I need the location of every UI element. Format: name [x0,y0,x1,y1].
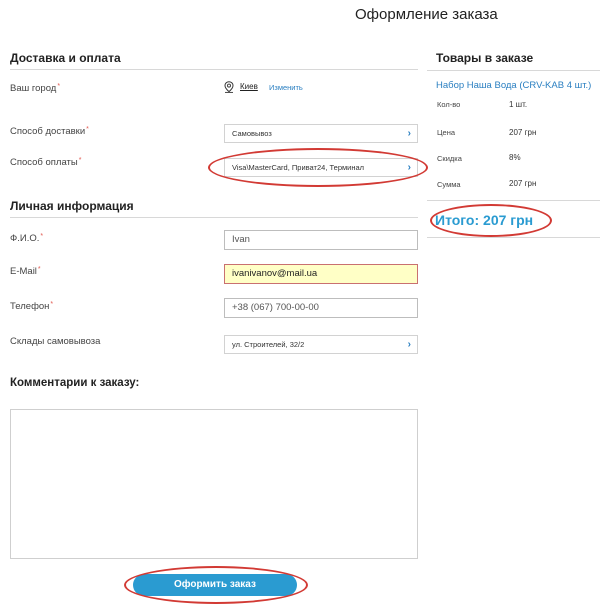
delivery-method-value: Самовывоз [232,129,272,138]
map-pin-icon [224,81,234,93]
product-link[interactable]: Набор Наша Вода (CRV-KAB 4 шт.) [436,80,591,91]
order-row-value: 207 грн [509,128,537,137]
chevron-right-icon: › [407,339,411,350]
change-city-link[interactable]: Изменить [269,83,303,92]
order-row-key: Скидка [437,154,462,163]
comments-title: Комментарии к заказу: [10,377,140,389]
page-title: Оформление заказа [355,6,498,23]
personal-section-title: Личная информация [10,199,134,213]
name-label: Ф.И.О.* [10,233,44,244]
order-row-key: Цена [437,128,456,137]
payment-highlight-oval [208,148,428,187]
submit-highlight-oval [124,566,308,604]
email-input[interactable]: ivanivanov@mail.ua [224,264,418,284]
order-divider-bottom [427,237,600,238]
warehouse-select[interactable]: ул. Строителей, 32/2 › [224,335,418,354]
order-title: Товары в заказе [436,51,534,65]
order-row-key: Сумма [437,180,461,189]
chevron-right-icon: › [407,128,411,139]
delivery-method-select[interactable]: Самовывоз › [224,124,418,143]
city-label: Ваш город* [10,83,61,94]
comments-textarea[interactable] [10,409,418,559]
name-input[interactable]: Ivan [224,230,418,250]
order-row-key: Кол-во [437,100,461,109]
warehouse-value: ул. Строителей, 32/2 [232,340,305,349]
total-highlight-oval [430,204,552,237]
email-label: E-Mail* [10,266,41,277]
delivery-method-label: Способ доставки* [10,126,89,137]
order-row-value: 207 грн [509,179,537,188]
delivery-divider [10,69,418,70]
delivery-section-title: Доставка и оплата [10,51,121,65]
phone-label: Телефон* [10,301,54,312]
warehouse-label: Склады самовывоза [10,336,101,347]
order-divider-mid [427,200,600,201]
order-divider-top [427,70,600,71]
phone-input[interactable]: +38 (067) 700-00-00 [224,298,418,318]
order-row-value: 8% [509,153,521,162]
order-row-value: 1 шт. [509,100,528,109]
personal-divider [10,217,418,218]
city-value[interactable]: Киев [240,82,258,91]
payment-method-label: Способ оплаты* [10,157,82,168]
